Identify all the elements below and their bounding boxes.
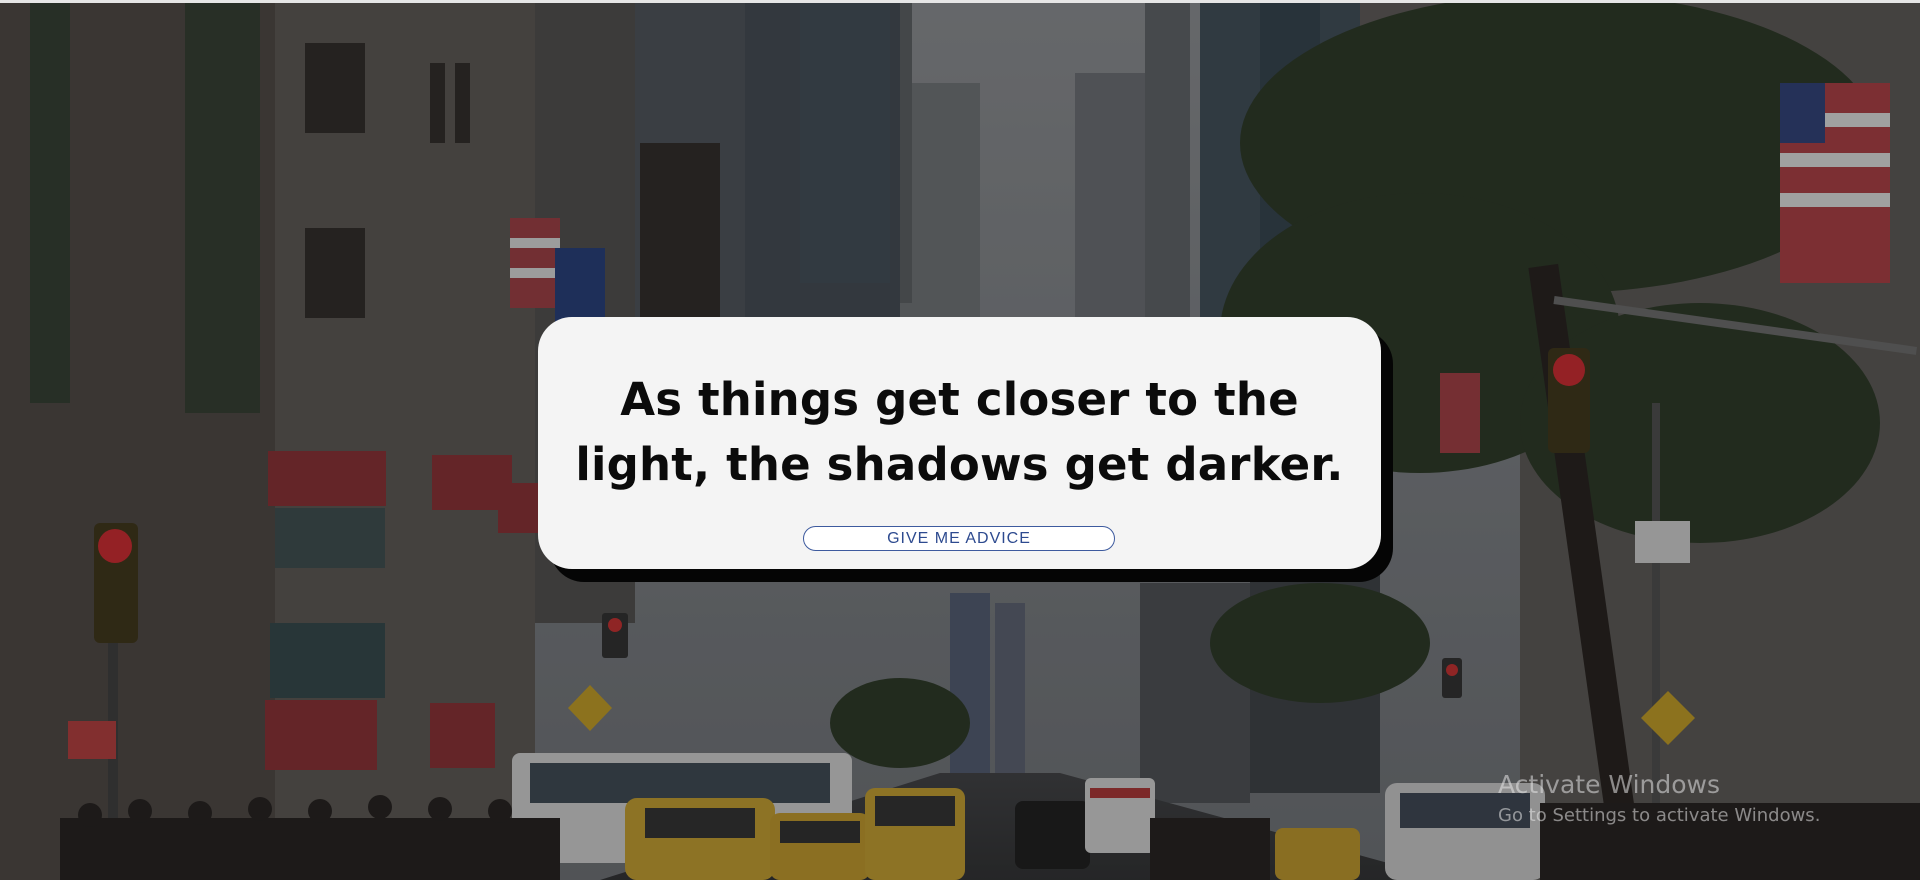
- advice-quote: As things get closer to the light, the s…: [575, 373, 1344, 491]
- give-me-advice-button[interactable]: GIVE ME ADVICE: [803, 526, 1115, 551]
- watermark-subtitle: Go to Settings to activate Windows.: [1498, 805, 1821, 826]
- page: As things get closer to the light, the s…: [0, 0, 1920, 880]
- activate-windows-watermark: Activate Windows Go to Settings to activ…: [1498, 768, 1820, 830]
- top-border: [0, 0, 1920, 3]
- advice-card: As things get closer to the light, the s…: [538, 317, 1381, 569]
- watermark-title: Activate Windows: [1498, 770, 1720, 799]
